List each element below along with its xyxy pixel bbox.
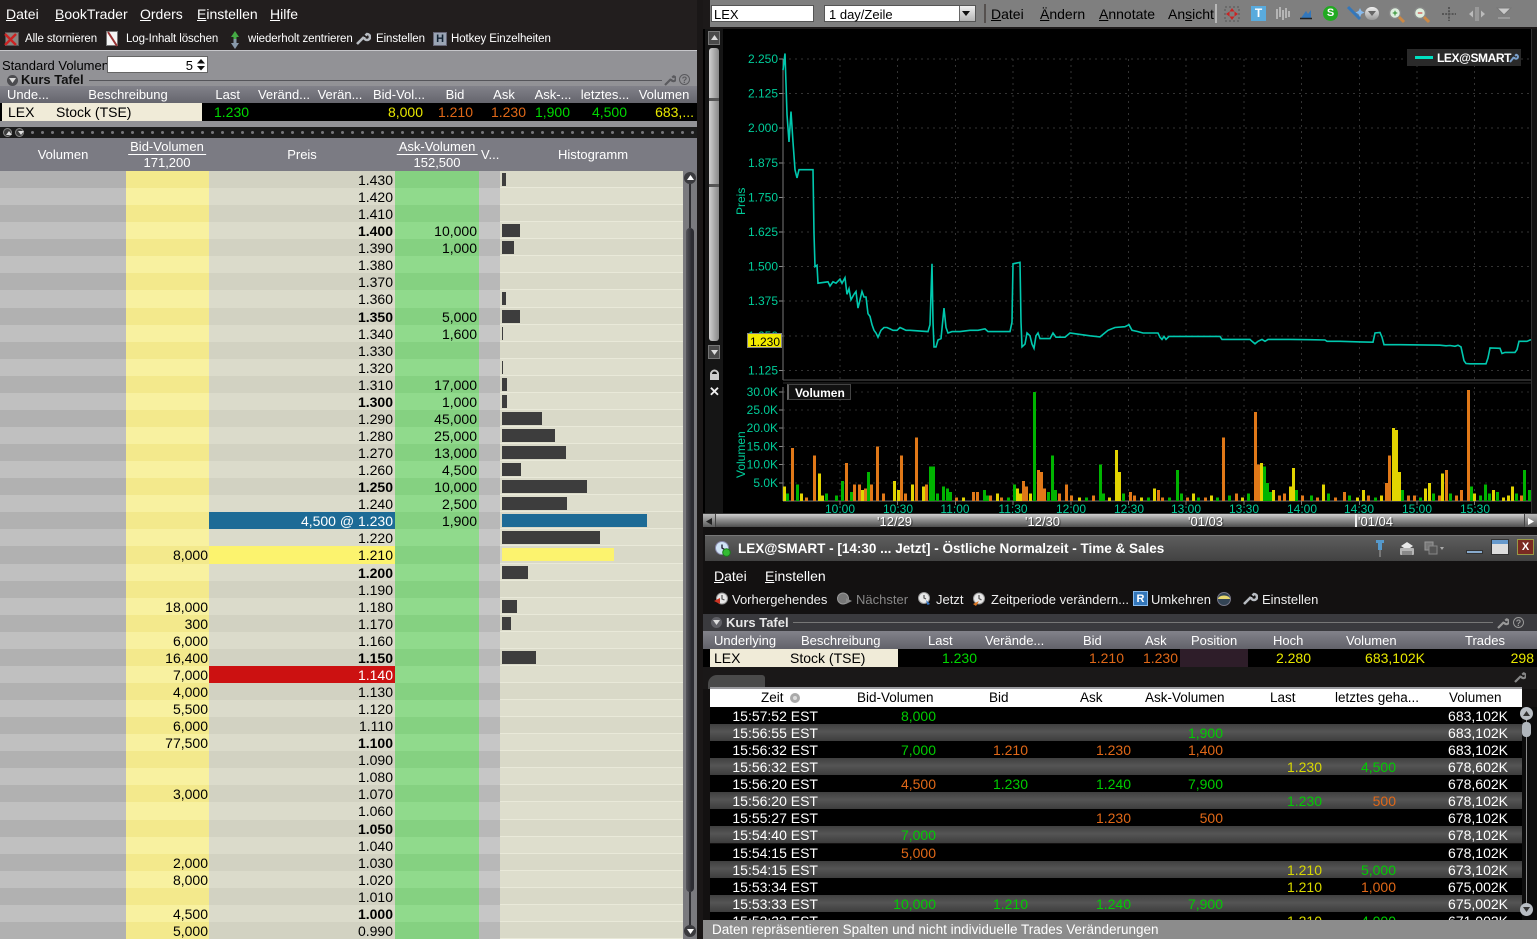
svg-text:+: + <box>1392 8 1397 18</box>
svg-text:−: − <box>1417 8 1422 18</box>
